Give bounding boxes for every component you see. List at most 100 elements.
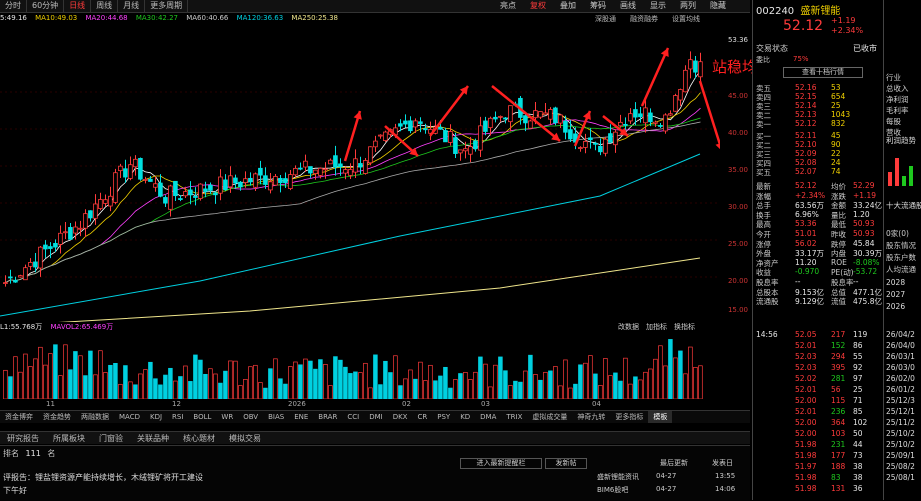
tab-related[interactable]: 关联品种 — [130, 433, 176, 444]
tab-timeshare[interactable]: 分时 — [0, 0, 27, 12]
report-date: 25/08/1 — [886, 473, 915, 482]
rank-suffix: 名 — [47, 449, 56, 458]
tick-volume: 177 — [831, 451, 846, 460]
indicator-tab[interactable]: DMI — [364, 411, 388, 423]
hide-button[interactable]: 隐藏 — [710, 0, 726, 12]
news-item-title[interactable]: 评报告：锂盐锂资源产能持续增长，木绒锂矿将开工建设 — [3, 472, 203, 483]
tab-sector[interactable]: 所属板块 — [46, 433, 92, 444]
volume-bar — [428, 364, 433, 399]
tick-row: 52.02 281 97 — [753, 374, 883, 383]
draw-button[interactable]: 画线 — [620, 0, 636, 12]
rank-row: 排名 111 名 — [3, 448, 55, 459]
volume-bar — [483, 363, 488, 399]
change-data-link[interactable]: 改数据 — [618, 322, 639, 332]
indicator-tab[interactable]: 模板 — [648, 411, 673, 423]
volume-bar — [388, 372, 393, 399]
ask-price: 52.14 — [795, 101, 817, 110]
tab-60min[interactable]: 60分钟 — [27, 0, 65, 12]
candle-body — [628, 113, 633, 122]
candle-body — [143, 178, 148, 181]
candle-body — [288, 174, 293, 189]
add-indicator-link[interactable]: 加指标 — [646, 322, 667, 332]
indicator-tab[interactable]: ENE — [289, 411, 313, 423]
indicator-tab[interactable]: MACD — [114, 411, 145, 423]
sort-publish[interactable]: 发表日 — [712, 458, 733, 468]
indicator-tab[interactable]: RSI — [167, 411, 188, 423]
ma30-value: MA30:42.27 — [135, 14, 178, 22]
volume-bar — [278, 378, 283, 399]
candle-body — [473, 140, 478, 150]
volume-bar — [378, 384, 383, 399]
indicator-tab[interactable]: PSY — [432, 411, 455, 423]
year-label: 2028 — [886, 278, 906, 287]
display-button[interactable]: 显示 — [650, 0, 666, 12]
candle-body — [538, 111, 543, 118]
volume-bar — [258, 382, 263, 399]
profit-trend-title[interactable]: 利润趋势 — [886, 135, 916, 146]
candle-body — [303, 160, 308, 168]
report-date: 26/04/0 — [886, 341, 915, 350]
bid-row: 买三 52.09 22 — [753, 149, 883, 159]
indicator-tab[interactable]: WR — [216, 411, 238, 423]
indicator-tab[interactable]: DKX — [388, 411, 413, 423]
indicator-tab[interactable]: 两融数据 — [76, 411, 114, 423]
indicator-tab[interactable]: 资金博弈 — [0, 411, 38, 423]
top10-holders-title[interactable]: 十大流通股 — [886, 200, 921, 211]
chips-button[interactable]: 筹码 — [590, 0, 606, 12]
indicator-tab[interactable]: BRAR — [313, 411, 342, 423]
tab-weekly[interactable]: 周线 — [91, 0, 119, 12]
stock-change: +1.19 — [831, 16, 856, 25]
volume-bar — [113, 363, 118, 399]
indicator-tab[interactable]: DMA — [475, 411, 501, 423]
indicator-tab[interactable]: 虚拟成交量 — [527, 411, 572, 423]
candle-body — [128, 164, 133, 179]
indicator-tab[interactable]: TRIX — [501, 411, 527, 423]
highlight-button[interactable]: 亮点 — [500, 0, 516, 12]
tab-core-theme[interactable]: 核心题材 — [176, 433, 222, 444]
new-post-button[interactable]: 发新帖 — [545, 458, 587, 469]
indicator-tab[interactable]: CCI — [342, 411, 364, 423]
volume-bar — [123, 365, 128, 399]
candle-body — [598, 145, 603, 153]
kline-chart[interactable] — [0, 26, 720, 322]
tab-sim-trade[interactable]: 模拟交易 — [222, 433, 268, 444]
bid-price: 52.09 — [795, 149, 817, 158]
indicator-tab[interactable]: BIAS — [263, 411, 289, 423]
candle-body — [188, 189, 193, 196]
indicator-tab[interactable]: 神奇九转 — [572, 411, 610, 423]
indicator-tab[interactable]: 资金趋势 — [38, 411, 76, 423]
sort-latest[interactable]: 最后更新 — [660, 458, 688, 468]
adjust-button[interactable]: 复权 — [530, 0, 546, 12]
tick-price: 52.00 — [795, 418, 817, 427]
tab-daily[interactable]: 日线 — [64, 0, 92, 12]
price-tick: 20.00 — [727, 277, 748, 285]
volume-chart[interactable] — [0, 333, 720, 399]
holder-row: 人均流通 — [886, 265, 916, 274]
level10-button[interactable]: 查看十档行情 — [783, 67, 863, 78]
overlay-button[interactable]: 叠加 — [560, 0, 576, 12]
two-column-button[interactable]: 两列 — [680, 0, 696, 12]
indicator-tab[interactable]: OBV — [238, 411, 263, 423]
tick-row: 52.01 56 25 — [753, 385, 883, 394]
tick-row: 52.03 395 92 — [753, 363, 883, 372]
stat-value: 9.129亿 — [795, 297, 824, 307]
latest-alert-button[interactable]: 进入最新提醒栏 — [460, 458, 542, 469]
ask-row: 卖三 52.14 25 — [753, 101, 883, 111]
indicator-tab[interactable]: CR — [412, 411, 432, 423]
moving-average-line — [5, 92, 701, 283]
indicator-tab[interactable]: BOLL — [188, 411, 216, 423]
indicator-tab[interactable]: KD — [455, 411, 475, 423]
tab-check[interactable]: 门窗验 — [92, 433, 130, 444]
indicator-tab[interactable]: 更多指标 — [610, 411, 648, 423]
tick-price: 51.98 — [795, 451, 817, 460]
bid-volume: 90 — [831, 140, 841, 149]
tab-monthly[interactable]: 月线 — [118, 0, 146, 12]
switch-indicator-link[interactable]: 换指标 — [674, 322, 695, 332]
tab-research-report[interactable]: 研究报告 — [0, 433, 46, 444]
news-item-title[interactable]: 下午好 — [3, 485, 27, 496]
candle-body — [533, 110, 538, 119]
indicator-tab[interactable]: KDJ — [145, 411, 167, 423]
volume-bar — [423, 380, 428, 399]
candle-body — [348, 169, 353, 176]
tab-more-period[interactable]: 更多周期 — [145, 0, 189, 12]
